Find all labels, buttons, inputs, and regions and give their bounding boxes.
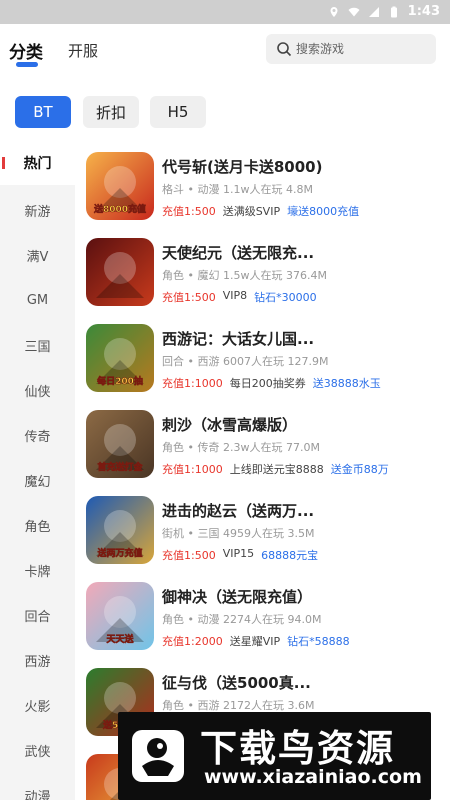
game-perks: 充值1:500 送满级SVIP 壕送8000充值: [162, 203, 359, 219]
perk-tag: VIP8: [222, 289, 248, 302]
game-icon[interactable]: 天天送: [86, 582, 154, 650]
perk-tag: 充值1:2000: [162, 635, 223, 648]
game-perks: 充值1:2000 送星耀VIP 钻石*58888: [162, 633, 350, 649]
perk-tag: 每日200抽奖券: [229, 377, 306, 390]
perk-tag: 送满级SVIP: [222, 205, 281, 218]
search-input[interactable]: [296, 42, 416, 56]
sidebar-item-turn-based[interactable]: 回合: [0, 593, 75, 638]
svg-text:送8000充值: 送8000充值: [93, 203, 146, 215]
sidebar-item-anime[interactable]: 动漫: [0, 773, 75, 800]
game-perks: 充值1:500 VIP8 钻石*30000: [162, 289, 317, 305]
status-icons: 1:43: [328, 4, 440, 19]
active-marker: [2, 157, 5, 169]
game-row[interactable]: 每日200抽 西游记：大话女儿国... 回合 • 西游 6007人在玩 127.9M…: [75, 312, 450, 398]
sidebar-item-label: 热门: [23, 155, 52, 172]
perk-tag: 送星耀VIP: [229, 635, 281, 648]
tab-indicator: [16, 62, 38, 67]
sidebar-item-journey-west[interactable]: 西游: [0, 638, 75, 683]
sidebar-item-hot[interactable]: 热门: [0, 140, 75, 185]
top-bar: 分类 开服: [0, 24, 450, 78]
perk-tag: 充值1:1000: [162, 463, 223, 476]
game-icon[interactable]: 每日200抽: [86, 324, 154, 392]
perk-tag: 充值1:1000: [162, 377, 223, 390]
game-title[interactable]: 刺沙（冰雪高爆版）: [162, 414, 297, 435]
search-icon: [277, 42, 292, 57]
game-meta: 角色 • 动漫 2274人在玩 94.0M: [162, 613, 322, 626]
perk-tag: 送金币88万: [330, 463, 389, 476]
search-box[interactable]: [266, 34, 436, 64]
game-row[interactable]: 天天送 御神决（送无限充值） 角色 • 动漫 2274人在玩 94.0M 充值1:20…: [75, 570, 450, 656]
game-row[interactable]: 天使纪元（送无限充... 角色 • 魔幻 1.5w人在玩 376.4M 充值1:50…: [75, 226, 450, 312]
perk-tag: 壕送8000充值: [287, 205, 360, 218]
status-bar: 1:43: [0, 0, 450, 24]
game-meta: 角色 • 传奇 2.3w人在玩 77.0M: [162, 441, 320, 454]
platform-filter: BT 折扣 H5: [0, 96, 450, 130]
wifi-icon: [348, 7, 360, 16]
svg-text:天天送: 天天送: [106, 633, 134, 645]
tab-server-open[interactable]: 开服: [68, 40, 98, 61]
game-row[interactable]: 送8000充值 代号斩(送月卡送8000) 格斗 • 动漫 1.1w人在玩 4.8M…: [75, 140, 450, 226]
game-list: 送8000充值 代号斩(送月卡送8000) 格斗 • 动漫 1.1w人在玩 4.8M…: [75, 140, 450, 800]
category-sidebar: 热门 新游 满V GM 三国 仙侠 传奇 魔幻 角色 卡牌 回合 西游 火影 武…: [0, 140, 75, 800]
game-title[interactable]: 御神决（送无限充值）: [162, 586, 312, 607]
perk-tag: 充值1:500: [162, 205, 216, 218]
battery-icon: [390, 6, 397, 17]
game-perks: 充值1:1000 上线即送元宝8888 送金币88万: [162, 461, 389, 477]
svg-text:送两万充值: 送两万充值: [96, 547, 142, 559]
status-time: 1:43: [407, 4, 440, 19]
game-meta: 格斗 • 动漫 1.1w人在玩 4.8M: [162, 183, 313, 196]
game-title[interactable]: 进击的赵云（送两万...: [162, 500, 314, 521]
location-icon: [330, 6, 338, 17]
game-perks: 充值1:500 VIP15 68888元宝: [162, 547, 318, 563]
sidebar-item-card[interactable]: 卡牌: [0, 548, 75, 593]
game-row[interactable]: 首充送打金 刺沙（冰雪高爆版） 角色 • 传奇 2.3w人在玩 77.0M 充值1:1…: [75, 398, 450, 484]
bird-logo-icon: [132, 730, 184, 782]
perk-tag: 钻石*30000: [254, 291, 317, 304]
sidebar-item-naruto[interactable]: 火影: [0, 683, 75, 728]
game-title[interactable]: 征与伐（送5000真...: [162, 672, 311, 693]
sidebar-item-new[interactable]: 新游: [0, 188, 75, 233]
tab-category[interactable]: 分类: [9, 38, 43, 63]
game-meta: 街机 • 三国 4959人在玩 3.5M: [162, 527, 315, 540]
game-icon[interactable]: [86, 238, 154, 306]
svg-text:每日200抽: 每日200抽: [97, 375, 143, 387]
game-meta: 角色 • 西游 2172人在玩 3.6M: [162, 699, 315, 712]
perk-tag: 钻石*58888: [287, 635, 350, 648]
platform-discount-pill[interactable]: 折扣: [83, 96, 139, 128]
game-meta: 角色 • 魔幻 1.5w人在玩 376.4M: [162, 269, 327, 282]
platform-bt-pill[interactable]: BT: [15, 96, 71, 128]
watermark-banner: 下载鸟资源 www.xiazainiao.com: [118, 712, 431, 800]
perk-tag: VIP15: [222, 547, 255, 560]
sidebar-item-rpg[interactable]: 角色: [0, 503, 75, 548]
sidebar-item-max-vip[interactable]: 满V: [0, 233, 75, 278]
perk-tag: 充值1:500: [162, 549, 216, 562]
game-icon[interactable]: 送两万充值: [86, 496, 154, 564]
perk-tag: 上线即送元宝8888: [229, 463, 324, 476]
platform-h5-pill[interactable]: H5: [150, 96, 206, 128]
game-title[interactable]: 代号斩(送月卡送8000): [162, 156, 322, 177]
svg-text:首充送打金: 首充送打金: [97, 461, 143, 473]
game-title[interactable]: 西游记：大话女儿国...: [162, 328, 314, 349]
sidebar-item-legend[interactable]: 传奇: [0, 413, 75, 458]
game-perks: 充值1:1000 每日200抽奖券 送38888水玉: [162, 375, 381, 391]
perk-tag: 68888元宝: [261, 549, 319, 562]
game-icon[interactable]: 首充送打金: [86, 410, 154, 478]
perk-tag: 充值1:500: [162, 291, 216, 304]
perk-tag: 送38888水玉: [312, 377, 381, 390]
sidebar-item-xianxia[interactable]: 仙侠: [0, 368, 75, 413]
sidebar-item-wuxia[interactable]: 武侠: [0, 728, 75, 773]
watermark-title: 下载鸟资源: [200, 727, 395, 770]
game-icon[interactable]: 送8000充值: [86, 152, 154, 220]
sidebar-item-three-kingdoms[interactable]: 三国: [0, 323, 75, 368]
signal-icon: [368, 6, 379, 17]
watermark-url: www.xiazainiao.com: [204, 766, 422, 788]
sidebar-item-gm[interactable]: GM: [0, 278, 75, 323]
sidebar-item-fantasy[interactable]: 魔幻: [0, 458, 75, 503]
game-title[interactable]: 天使纪元（送无限充...: [162, 242, 314, 263]
game-row[interactable]: 送两万充值 进击的赵云（送两万... 街机 • 三国 4959人在玩 3.5M 充值1…: [75, 484, 450, 570]
game-meta: 回合 • 西游 6007人在玩 127.9M: [162, 355, 329, 368]
